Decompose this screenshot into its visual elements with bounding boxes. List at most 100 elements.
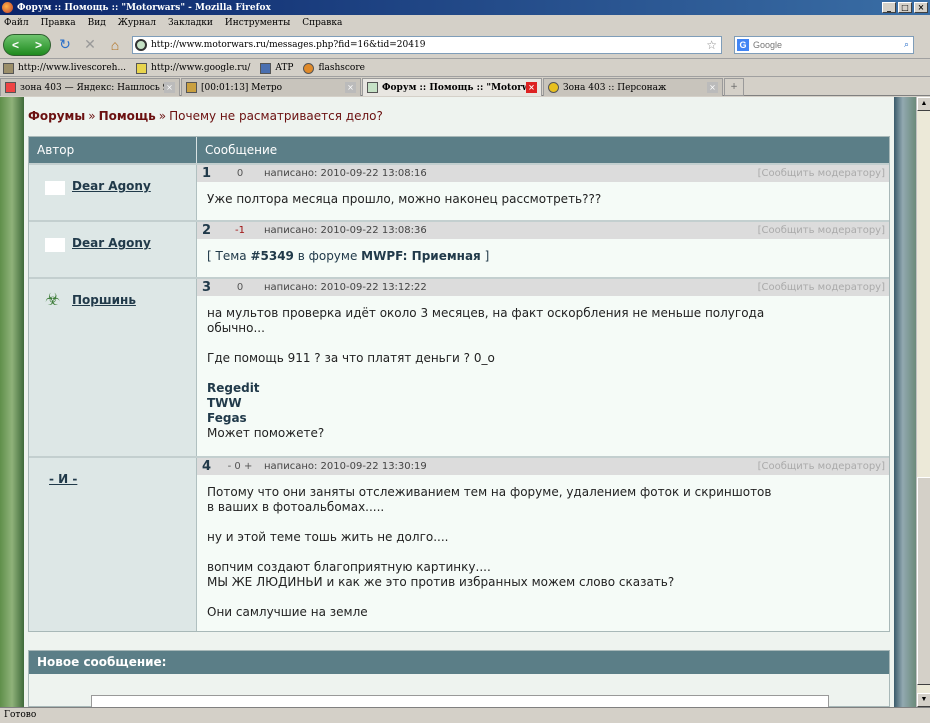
author-link[interactable]: - И -	[49, 472, 77, 486]
menu-history[interactable]: Журнал	[118, 18, 156, 28]
close-tab-icon[interactable]: ×	[345, 82, 356, 93]
post-author: ☣ Поршинь	[29, 279, 197, 456]
post-line: обычно...	[207, 321, 265, 335]
tab-forum[interactable]: Форум :: Помощь :: "Motorwars"×	[362, 78, 542, 96]
menu-tools[interactable]: Инструменты	[225, 18, 290, 28]
forward-button[interactable]: >	[35, 38, 42, 52]
author-column-header: Автор	[29, 137, 197, 163]
post-line	[207, 336, 879, 351]
menu-help[interactable]: Справка	[302, 18, 342, 28]
post-rating[interactable]: -1	[216, 225, 264, 236]
forum-link[interactable]: MWPF: Приемная	[361, 249, 481, 263]
post: ☣ Поршинь 3 0 написано: 2010-09-22 13:12…	[29, 277, 889, 456]
post-line: Может поможете?	[207, 426, 325, 440]
reload-button[interactable]: ↻	[54, 34, 76, 56]
bookmark-flashscore[interactable]: flashscore	[303, 62, 365, 74]
bookmark-atp[interactable]: ATP	[260, 62, 293, 74]
post-number[interactable]: 4	[197, 459, 216, 474]
minimize-button[interactable]: _	[882, 2, 896, 13]
report-moderator-link[interactable]: [Сообщить модератору]	[758, 461, 885, 472]
avatar	[45, 238, 65, 252]
bookmark-livescore[interactable]: http://www.livescoreh...	[3, 62, 126, 74]
stop-button[interactable]: ✕	[79, 34, 101, 56]
post: Dear Agony 2 -1 написано: 2010-09-22 13:…	[29, 220, 889, 277]
scrollbar-thumb[interactable]	[917, 477, 930, 685]
author-link[interactable]: Поршинь	[72, 293, 136, 307]
menu-bar: Файл Правка Вид Журнал Закладки Инструме…	[0, 15, 930, 30]
post-number[interactable]: 3	[197, 280, 216, 295]
post-text: Уже полтора месяца прошло, можно наконец…	[197, 182, 889, 215]
post-line	[207, 590, 879, 605]
post-rating[interactable]: 0	[216, 282, 264, 293]
tab-zona403[interactable]: Зона 403 :: Персонаж ×	[543, 78, 723, 96]
post-text: [ Тема #5349 в форуме MWPF: Приемная ]	[197, 239, 889, 272]
close-tab-icon[interactable]: ×	[526, 82, 537, 93]
post-text: Потому что они заняты отслеживанием тем …	[197, 475, 889, 628]
close-tab-icon[interactable]: ×	[707, 82, 718, 93]
new-tab-button[interactable]: +	[724, 78, 744, 96]
topic-link[interactable]: #5349	[250, 249, 293, 263]
post-body: 2 -1 написано: 2010-09-22 13:08:36 [Сооб…	[197, 222, 889, 277]
post-meta: 1 0 написано: 2010-09-22 13:08:16 [Сообщ…	[197, 165, 889, 182]
navigation-toolbar: < > ↻ ✕ ⌂ http://www.motorwars.ru/messag…	[0, 31, 930, 59]
page-viewport: Форумы» Помощь» Почему не расматривается д…	[0, 97, 916, 707]
scroll-down-icon[interactable]: ▼	[917, 693, 930, 707]
post-date: написано: 2010-09-22 13:08:36	[264, 225, 427, 236]
url-text[interactable]: http://www.motorwars.ru/messages.php?fid…	[151, 40, 706, 50]
report-moderator-link[interactable]: [Сообщить модератору]	[758, 168, 885, 179]
home-button[interactable]: ⌂	[104, 34, 126, 56]
bookmark-google[interactable]: http://www.google.ru/	[136, 62, 250, 74]
forum-content: Форумы» Помощь» Почему не расматривается д…	[24, 97, 894, 707]
bookmark-star-icon[interactable]: ☆	[706, 38, 717, 52]
vertical-scrollbar[interactable]: ▲ ▼	[916, 97, 930, 707]
flashscore-icon	[303, 62, 315, 74]
thread-table: Автор Сообщение Dear Agony 1 0 написано:…	[28, 136, 890, 632]
google-engine-icon[interactable]: G	[737, 38, 749, 51]
post: Dear Agony 1 0 написано: 2010-09-22 13:0…	[29, 163, 889, 220]
post-number[interactable]: 2	[197, 223, 216, 238]
menu-view[interactable]: Вид	[88, 18, 106, 28]
tab-metro[interactable]: [00:01:13] Метро ×	[181, 78, 361, 96]
post-line: Потому что они заняты отслеживанием тем …	[207, 485, 772, 499]
menu-file[interactable]: Файл	[4, 18, 29, 28]
maximize-button[interactable]: □	[898, 2, 912, 13]
google-icon	[136, 62, 148, 74]
tab-strip: зона 403 — Яндекс: Нашлось 978 тыс. ...×…	[0, 78, 930, 96]
author-link[interactable]: Dear Agony	[72, 179, 151, 193]
post-meta: 4 - 0 + написано: 2010-09-22 13:30:19 [С…	[197, 458, 889, 475]
yandex-icon	[5, 82, 16, 93]
message-textarea[interactable]	[91, 695, 829, 707]
scroll-up-icon[interactable]: ▲	[917, 97, 930, 111]
atp-icon	[260, 62, 272, 74]
close-window-button[interactable]: ×	[914, 2, 928, 13]
report-moderator-link[interactable]: [Сообщить модератору]	[758, 225, 885, 236]
search-input[interactable]: Google	[753, 40, 904, 50]
post-rating-controls[interactable]: - 0 +	[216, 461, 264, 472]
report-moderator-link[interactable]: [Сообщить модератору]	[758, 282, 885, 293]
search-icon[interactable]: ⌕	[904, 39, 909, 50]
post-date: написано: 2010-09-22 13:12:22	[264, 282, 427, 293]
search-bar[interactable]: G Google ⌕	[734, 35, 914, 54]
post-date: написано: 2010-09-22 13:30:19	[264, 461, 427, 472]
breadcrumb-forums[interactable]: Форумы	[28, 109, 85, 123]
author-link[interactable]: Dear Agony	[72, 236, 151, 250]
back-button[interactable]: <	[12, 38, 19, 52]
close-tab-icon[interactable]: ×	[164, 82, 175, 93]
user-link-fegas[interactable]: Fegas	[207, 411, 879, 426]
new-message-header: Новое сообщение:	[29, 651, 889, 674]
url-bar[interactable]: http://www.motorwars.ru/messages.php?fid…	[132, 35, 722, 54]
post-rating[interactable]: 0	[216, 168, 264, 179]
breadcrumb-separator: »	[158, 109, 167, 123]
user-link-regedit[interactable]: Regedit	[207, 381, 879, 396]
firefox-icon	[2, 2, 13, 13]
bookmarks-toolbar: http://www.livescoreh... http://www.goog…	[0, 60, 930, 77]
menu-bookmarks[interactable]: Закладки	[168, 18, 213, 28]
post-number[interactable]: 1	[197, 166, 216, 181]
post-line: Уже полтора месяца прошло, можно наконец…	[207, 192, 602, 206]
user-link-tww[interactable]: TWW	[207, 396, 879, 411]
menu-edit[interactable]: Правка	[41, 18, 76, 28]
tab-yandex[interactable]: зона 403 — Яндекс: Нашлось 978 тыс. ...×	[0, 78, 180, 96]
left-decoration	[0, 97, 24, 707]
back-forward-group: < >	[3, 33, 51, 56]
breadcrumb-help[interactable]: Помощь	[99, 109, 156, 123]
